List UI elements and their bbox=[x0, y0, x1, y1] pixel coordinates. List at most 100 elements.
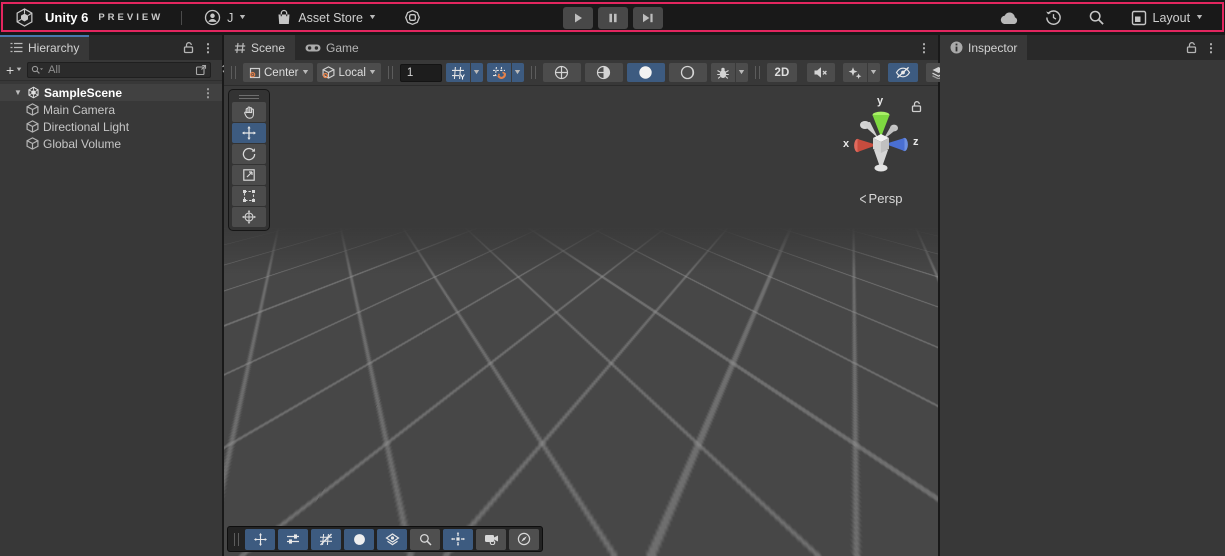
toolbar-grip[interactable] bbox=[231, 66, 236, 79]
tab-hierarchy[interactable]: Hierarchy bbox=[0, 35, 89, 60]
pause-button[interactable] bbox=[598, 7, 628, 29]
gameobject-cube-icon bbox=[26, 103, 39, 116]
asset-store-button[interactable]: Asset Store ▼ bbox=[272, 7, 380, 28]
tab-scene[interactable]: Scene bbox=[224, 35, 295, 60]
gizmo-z-label[interactable]: z bbox=[913, 136, 919, 148]
gameobject-name: Main Camera bbox=[43, 103, 115, 117]
toolbar-grip[interactable] bbox=[755, 66, 760, 79]
effects-button[interactable] bbox=[843, 63, 867, 82]
hierarchy-tab-controls: ⋮ bbox=[175, 35, 222, 60]
scene-panel-menu-icon[interactable]: ⋮ bbox=[918, 42, 930, 54]
orientation-mode-dropdown[interactable]: Local ▼ bbox=[317, 63, 380, 82]
shading-shaded-wire-button[interactable] bbox=[585, 63, 623, 82]
scale-tool-button[interactable] bbox=[232, 165, 266, 185]
overlay-compass-toggle[interactable] bbox=[509, 529, 539, 550]
rotate-tool-button[interactable] bbox=[232, 144, 266, 164]
overlay-search-toggle[interactable] bbox=[410, 529, 440, 550]
orientation-gizmo[interactable]: y x z < Persp bbox=[836, 98, 926, 198]
toolbar-grip[interactable] bbox=[531, 66, 536, 79]
hierarchy-search-input[interactable] bbox=[46, 63, 192, 77]
plus-icon: + bbox=[6, 62, 14, 78]
grid-magnet-icon bbox=[492, 66, 506, 80]
rect-tool-button[interactable] bbox=[232, 186, 266, 206]
grid-snap-button[interactable] bbox=[487, 63, 511, 82]
tree-row-main-camera[interactable]: Main Camera bbox=[0, 101, 222, 118]
debug-draw-caret-button[interactable]: ▼ bbox=[735, 63, 748, 82]
hub-button[interactable] bbox=[400, 7, 425, 28]
inspector-tab-label: Inspector bbox=[968, 41, 1017, 55]
tools-overlay-handle[interactable] bbox=[232, 92, 266, 101]
overlay-grip[interactable] bbox=[234, 533, 239, 546]
account-menu-button[interactable]: J ▼ bbox=[200, 7, 250, 28]
tools-overlay bbox=[228, 89, 270, 231]
app-title: Unity 6 bbox=[45, 10, 88, 25]
open-search-window-icon[interactable] bbox=[195, 64, 207, 76]
tab-inspector[interactable]: Inspector bbox=[940, 35, 1027, 60]
play-icon bbox=[572, 12, 584, 24]
move-tool-button[interactable] bbox=[232, 123, 266, 143]
move-icon bbox=[242, 126, 256, 140]
hierarchy-search-field[interactable] bbox=[27, 62, 211, 78]
audio-mute-button[interactable] bbox=[807, 63, 835, 82]
debug-draw-button[interactable] bbox=[711, 63, 735, 82]
play-button[interactable] bbox=[563, 7, 593, 29]
hierarchy-menu-icon[interactable]: ⋮ bbox=[202, 42, 214, 54]
grid-axis-button[interactable]: Y bbox=[446, 63, 470, 82]
inspector-panel: Inspector ⋮ bbox=[940, 35, 1225, 556]
add-gameobject-button[interactable]: + ▼ bbox=[4, 62, 24, 78]
inspector-body bbox=[940, 60, 1225, 556]
2d-mode-button[interactable]: 2D bbox=[767, 63, 797, 82]
overlay-tools-toggle[interactable] bbox=[245, 529, 275, 550]
scene-viewport[interactable]: y x z < Persp bbox=[224, 86, 938, 556]
effects-caret-button[interactable]: ▼ bbox=[867, 63, 880, 82]
overlay-gizmos-toggle[interactable] bbox=[377, 529, 407, 550]
inspector-menu-icon[interactable]: ⋮ bbox=[1205, 42, 1217, 54]
gizmo-x-label[interactable]: x bbox=[843, 138, 849, 150]
tree-row-global-volume[interactable]: Global Volume bbox=[0, 135, 222, 152]
disclosure-icon[interactable]: ▼ bbox=[13, 88, 23, 97]
pivot-caret-icon: ▼ bbox=[300, 69, 309, 76]
overlay-view-options-toggle[interactable] bbox=[278, 529, 308, 550]
wire-sphere-icon bbox=[554, 65, 569, 80]
gizmo-lock-icon[interactable] bbox=[911, 100, 922, 113]
projection-toggle[interactable]: < Persp bbox=[860, 191, 903, 206]
pivot-mode-dropdown[interactable]: Center ▼ bbox=[243, 63, 313, 82]
inspector-tab-controls: ⋮ bbox=[1178, 35, 1225, 60]
view-hand-tool-button[interactable] bbox=[232, 102, 266, 122]
step-button[interactable] bbox=[633, 7, 663, 29]
gizmo-y-label[interactable]: y bbox=[877, 95, 883, 107]
gameobject-name: Directional Light bbox=[43, 120, 129, 134]
layout-dropdown-button[interactable]: Layout ▼ bbox=[1123, 8, 1211, 28]
grid-size-input[interactable] bbox=[400, 64, 442, 82]
cloud-services-button[interactable] bbox=[991, 9, 1027, 27]
shading-shaded-button[interactable] bbox=[627, 63, 665, 82]
undo-history-button[interactable] bbox=[1037, 7, 1070, 28]
grid-snap-caret-button[interactable]: ▼ bbox=[511, 63, 524, 82]
layout-label: Layout bbox=[1153, 11, 1191, 25]
transform-tool-button[interactable] bbox=[232, 207, 266, 227]
search-button[interactable] bbox=[1080, 7, 1113, 28]
scene-visibility-button[interactable] bbox=[888, 63, 918, 82]
scene-tab-controls: ⋮ bbox=[910, 35, 938, 60]
tree-row-scene[interactable]: ▼ SampleScene ⋮ bbox=[0, 84, 222, 101]
grid-axis-caret-button[interactable]: ▼ bbox=[470, 63, 483, 82]
account-icon bbox=[204, 9, 221, 26]
shading-wireframe-button[interactable] bbox=[543, 63, 581, 82]
scene-menu-icon[interactable]: ⋮ bbox=[202, 87, 214, 99]
overlay-grid-toggle[interactable] bbox=[311, 529, 341, 550]
pause-icon bbox=[607, 12, 619, 24]
lock-icon[interactable] bbox=[183, 41, 194, 54]
overlay-camera-toggle[interactable] bbox=[476, 529, 506, 550]
hand-icon bbox=[243, 106, 256, 119]
tree-row-directional-light[interactable]: Directional Light bbox=[0, 118, 222, 135]
shading-unlit-button[interactable] bbox=[669, 63, 707, 82]
tab-game[interactable]: Game bbox=[295, 35, 369, 60]
scene-tab-label: Scene bbox=[251, 41, 285, 55]
lock-icon[interactable] bbox=[1186, 41, 1197, 54]
toolbar-grip[interactable] bbox=[388, 66, 393, 79]
diamond-layers-icon bbox=[385, 533, 400, 546]
overlay-shading-toggle[interactable] bbox=[344, 529, 374, 550]
pivot-icon bbox=[248, 66, 261, 79]
hierarchy-tree: ▼ SampleScene ⋮ Main Camera bbox=[0, 81, 222, 152]
overlay-snap-toggle[interactable] bbox=[443, 529, 473, 550]
